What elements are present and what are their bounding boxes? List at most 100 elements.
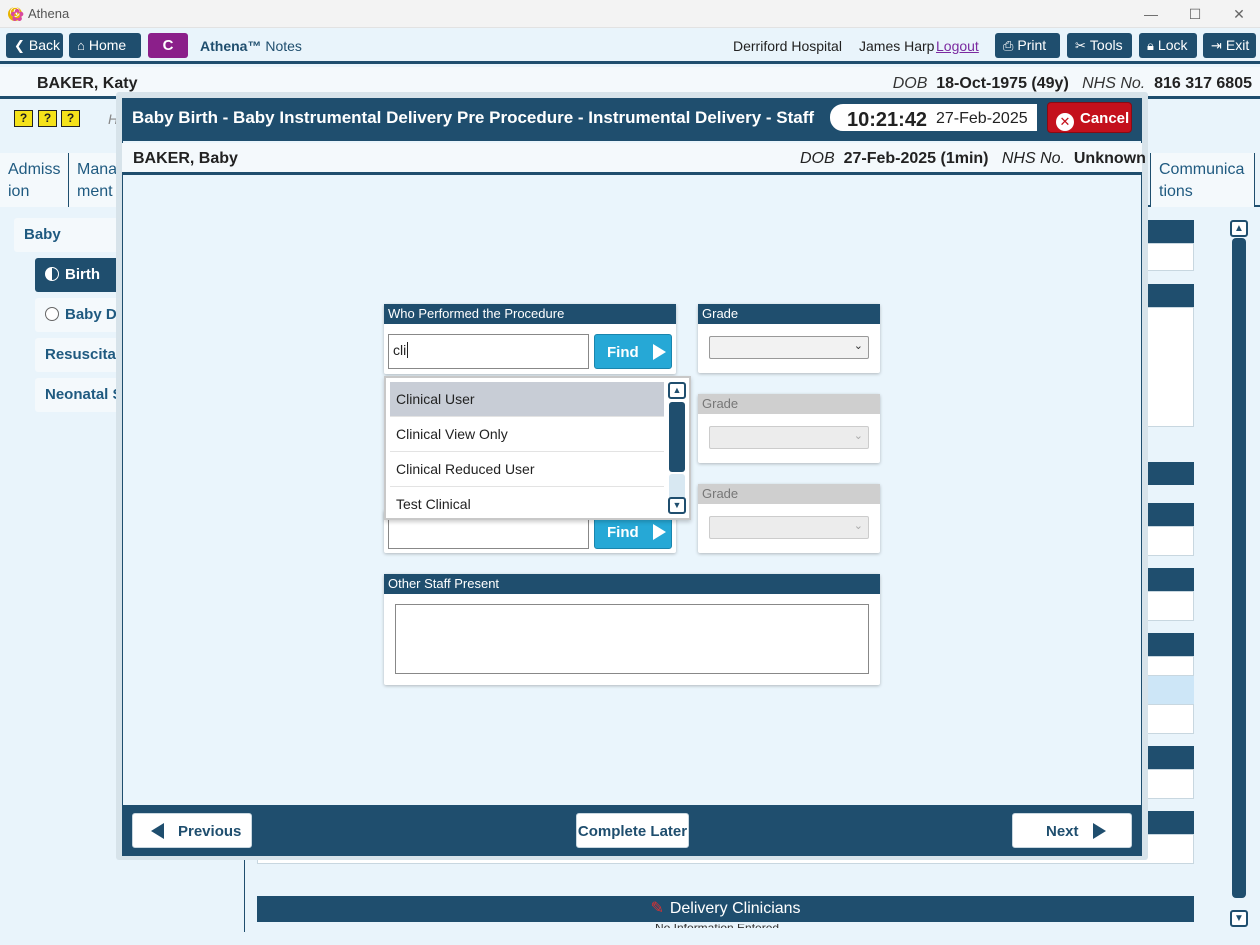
dropdown-option[interactable]: Clinical Reduced User: [390, 452, 664, 487]
grade-label: Grade: [698, 304, 880, 324]
other-staff-label: Other Staff Present: [384, 574, 880, 594]
nav-neonatal[interactable]: Neonatal S: [35, 378, 125, 412]
user-name: James Harp: [859, 38, 935, 54]
window-titlebar: [0, 0, 1260, 28]
exit-icon: ⇥: [1211, 38, 1222, 53]
chevron-up-icon[interactable]: ▲: [1230, 220, 1248, 237]
minimize-button[interactable]: —: [1140, 4, 1162, 24]
help-icon[interactable]: ?: [38, 110, 57, 127]
dropdown-option[interactable]: Clinical View Only: [390, 417, 664, 452]
clock-date: 27-Feb-2025: [936, 110, 1028, 127]
bg-section-header: [1140, 746, 1194, 769]
bg-section-header: [1140, 462, 1194, 485]
lock-button[interactable]: 🔒︎ Lock: [1139, 33, 1197, 58]
logout-link[interactable]: Logout: [936, 38, 979, 54]
chevron-down-icon[interactable]: ▼: [1230, 910, 1248, 927]
home-button[interactable]: ⌂ Home: [69, 33, 141, 58]
bg-section-header: [1140, 633, 1194, 656]
cancel-button[interactable]: ✕ Cancel: [1047, 102, 1132, 133]
bg-section-header: [1140, 503, 1194, 526]
chevron-down-icon: ⌄: [853, 340, 863, 352]
bg-highlight-row: [1140, 676, 1194, 704]
bg-section-body: [1140, 243, 1194, 271]
window-title: Athena: [28, 6, 70, 21]
bg-section-body: [1140, 307, 1194, 427]
patient-identifiers: DOB 18-Oct-1975 (49y) NHS No. 816 317 68…: [892, 75, 1252, 92]
grade-select-1[interactable]: ⌄: [709, 336, 869, 359]
bg-section-body: [1140, 704, 1194, 734]
patient-name: BAKER, Katy: [37, 75, 138, 92]
bg-section-body: [1140, 526, 1194, 556]
close-circle-icon: ✕: [1056, 113, 1074, 131]
grade-label: Grade: [698, 484, 880, 504]
who-performed-label: Who Performed the Procedure: [384, 304, 676, 324]
home-icon: ⌂: [77, 38, 85, 53]
help-icon[interactable]: ?: [14, 110, 33, 127]
who-performed-panel: Who Performed the Procedure cli Find: [384, 304, 676, 374]
user-search-dropdown: Clinical User Clinical View Only Clinica…: [384, 376, 691, 520]
scrollbar-thumb[interactable]: [1232, 238, 1246, 898]
chevron-up-icon[interactable]: ▲: [668, 382, 686, 399]
printer-icon: ⎙: [1003, 38, 1014, 53]
help-icon[interactable]: ?: [61, 110, 80, 127]
print-button[interactable]: ⎙ Print: [995, 33, 1060, 58]
maximize-button[interactable]: ☐: [1184, 4, 1206, 24]
play-arrow-icon: [652, 344, 666, 360]
back-button[interactable]: ❮ Back: [6, 33, 63, 58]
dropdown-scrollbar[interactable]: ▲ ▼: [668, 382, 686, 514]
tab-communications[interactable]: Communica tions: [1150, 153, 1255, 207]
lock-icon: 🔒︎: [1147, 38, 1154, 53]
bg-section-header: [1140, 220, 1194, 243]
grade-select-2: ⌄: [709, 426, 869, 449]
complete-later-button[interactable]: Complete Later: [576, 813, 689, 848]
bg-section-body: [1140, 769, 1194, 799]
chevron-left-icon: ❮: [14, 38, 25, 53]
bg-section-header: [1140, 568, 1194, 591]
progress-half-icon: [45, 267, 59, 281]
delivery-clinicians-header: ✎ Delivery Clinicians: [257, 896, 1194, 922]
exit-button[interactable]: ⇥ Exit: [1203, 33, 1256, 58]
bg-cut-text: No Information Entered: [655, 924, 815, 928]
arrow-left-icon: [151, 823, 164, 839]
app-brand: Athena™ Notes: [200, 38, 302, 54]
previous-button[interactable]: Previous: [132, 813, 252, 848]
tab-admission[interactable]: Admiss ion: [0, 153, 69, 207]
grade-select-3: ⌄: [709, 516, 869, 539]
tools-icon: ✂: [1075, 38, 1086, 53]
grade-panel-1: Grade ⌄: [698, 304, 880, 373]
modal-title: Baby Birth - Baby Instrumental Delivery …: [132, 108, 815, 127]
grade-label: Grade: [698, 394, 880, 414]
chevron-down-icon: ⌄: [853, 520, 863, 532]
nav-resuscitation[interactable]: Resuscitati: [35, 338, 125, 372]
other-staff-textarea[interactable]: [395, 604, 869, 674]
nav-baby[interactable]: Baby: [14, 218, 124, 252]
tools-button[interactable]: ✂ Tools: [1067, 33, 1132, 58]
grade-panel-2: Grade ⌄: [698, 394, 880, 463]
arrow-right-icon: [1092, 823, 1106, 839]
chevron-down-icon[interactable]: ▼: [668, 497, 686, 514]
baby-identifiers: DOB 27-Feb-2025 (1min) NHS No. Unknown: [800, 150, 1146, 167]
pen-mark-icon: ✎: [650, 900, 664, 917]
bg-section-header: [1140, 284, 1194, 307]
radio-empty-icon: [45, 307, 59, 321]
scrollbar-thumb[interactable]: [669, 402, 685, 472]
flower-icon: ✿: [10, 6, 25, 25]
page-scrollbar[interactable]: ▲ ▼: [1230, 220, 1248, 928]
who-performed-input[interactable]: cli: [388, 334, 589, 369]
close-window-button[interactable]: ✕: [1228, 4, 1250, 24]
hospital-name: Derriford Hospital: [733, 38, 842, 54]
dropdown-option[interactable]: Test Clinical: [390, 487, 664, 522]
dropdown-option[interactable]: Clinical User: [390, 382, 664, 417]
bg-section-body: [1140, 591, 1194, 621]
play-arrow-icon: [652, 524, 666, 540]
other-staff-panel: Other Staff Present: [384, 574, 880, 685]
find-button[interactable]: Find: [594, 334, 672, 369]
baby-name: BAKER, Baby: [133, 150, 238, 167]
context-badge[interactable]: C: [148, 33, 188, 58]
nav-baby-development[interactable]: Baby Dev: [35, 298, 125, 332]
bg-section-body: [1140, 656, 1194, 676]
clock-time: 10:21:42: [847, 109, 928, 131]
next-button[interactable]: Next: [1012, 813, 1132, 848]
chevron-down-icon: ⌄: [853, 430, 863, 442]
nav-birth[interactable]: Birth: [35, 258, 125, 292]
